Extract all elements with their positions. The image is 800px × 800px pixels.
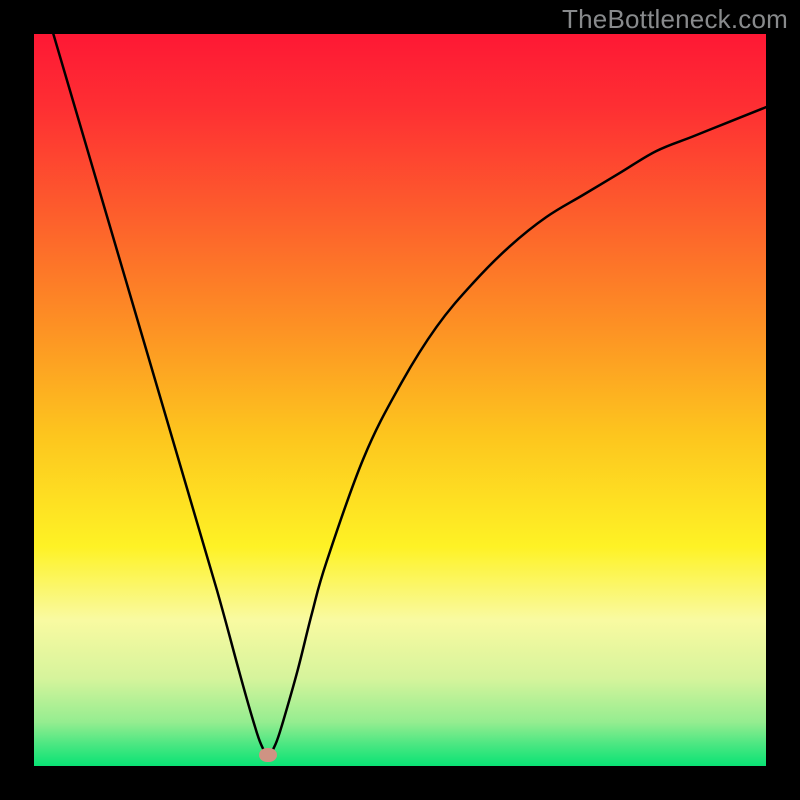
chart-frame: TheBottleneck.com	[0, 0, 800, 800]
gradient-background	[34, 34, 766, 766]
plot-area	[34, 34, 766, 766]
minimum-marker	[259, 748, 277, 762]
plot-svg	[34, 34, 766, 766]
watermark-text: TheBottleneck.com	[562, 4, 788, 35]
